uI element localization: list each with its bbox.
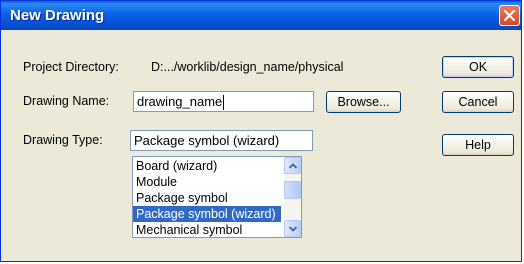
chevron-up-icon bbox=[289, 163, 297, 169]
close-icon bbox=[504, 10, 515, 21]
drawing-type-list: Board (wizard) Module Package symbol Pac… bbox=[133, 158, 281, 237]
drawing-type-field[interactable]: Package symbol (wizard) bbox=[130, 130, 313, 151]
drawing-type-label: Drawing Type: bbox=[23, 133, 103, 147]
scroll-thumb[interactable] bbox=[284, 181, 301, 199]
drawing-type-listbox[interactable]: Board (wizard) Module Package symbol Pac… bbox=[132, 156, 302, 238]
list-item-board-wizard[interactable]: Board (wizard) bbox=[133, 158, 281, 174]
text-caret bbox=[223, 95, 225, 111]
scroll-down-button[interactable] bbox=[284, 220, 301, 237]
new-drawing-dialog: New Drawing Project Directory: D:.../wor… bbox=[0, 0, 522, 262]
ok-button[interactable]: OK bbox=[442, 56, 514, 78]
drawing-name-value: drawing_name bbox=[137, 94, 223, 109]
close-button[interactable] bbox=[499, 5, 520, 26]
listbox-scrollbar[interactable] bbox=[284, 157, 301, 237]
title-bar[interactable]: New Drawing bbox=[1, 1, 521, 30]
browse-button[interactable]: Browse... bbox=[326, 91, 401, 113]
help-button[interactable]: Help bbox=[442, 134, 514, 156]
list-item-package-symbol-wizard[interactable]: Package symbol (wizard) bbox=[133, 206, 281, 222]
list-item-mechanical-symbol[interactable]: Mechanical symbol bbox=[133, 222, 281, 237]
list-item-package-symbol[interactable]: Package symbol bbox=[133, 190, 281, 206]
dialog-body: Project Directory: D:.../worklib/design_… bbox=[4, 30, 518, 258]
drawing-name-label: Drawing Name: bbox=[23, 94, 110, 108]
list-item-module[interactable]: Module bbox=[133, 174, 281, 190]
project-directory-value: D:.../worklib/design_name/physical bbox=[151, 60, 344, 74]
window-title: New Drawing bbox=[10, 7, 105, 24]
project-directory-label: Project Directory: bbox=[23, 60, 119, 74]
drawing-name-input[interactable]: drawing_name bbox=[133, 91, 314, 112]
cancel-button[interactable]: Cancel bbox=[442, 91, 514, 113]
chevron-down-icon bbox=[289, 226, 297, 232]
scroll-up-button[interactable] bbox=[284, 157, 301, 174]
